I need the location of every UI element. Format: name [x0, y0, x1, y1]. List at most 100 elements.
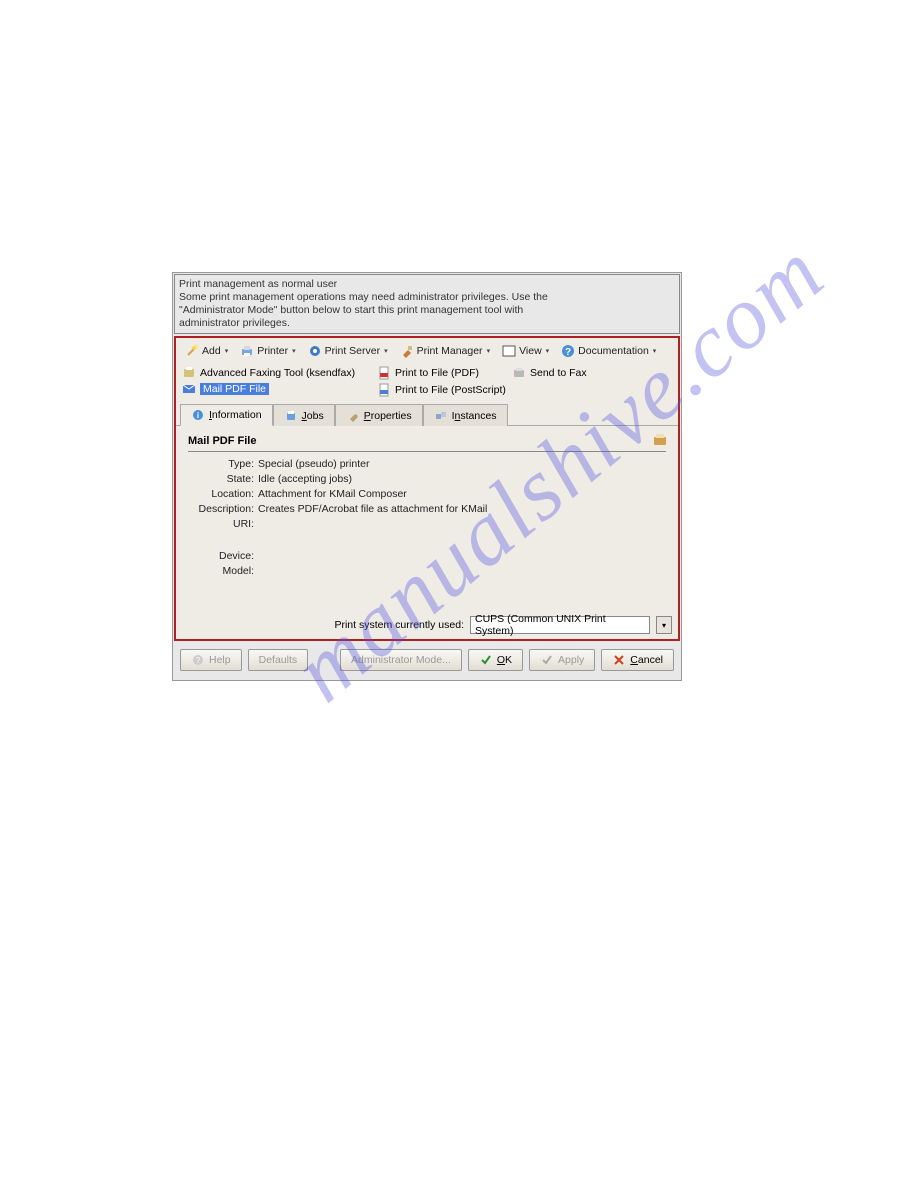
printer-item-mailpdf[interactable]: Mail PDF File — [180, 381, 271, 397]
jobs-icon — [284, 409, 298, 423]
button-row: ? Help Defaults Administrator Mode... OK… — [174, 641, 680, 679]
dropdown-arrow-icon: ▾ — [653, 347, 657, 355]
apply-label: Apply — [558, 654, 584, 666]
printers-list: Advanced Faxing Tool (ksendfax) Print to… — [176, 364, 678, 401]
print-system-label: Print system currently used: — [334, 619, 464, 631]
view-icon — [502, 344, 516, 358]
main-panel: Add ▾ Printer ▾ Print Server ▾ — [174, 336, 680, 641]
notice-box: Print management as normal user Some pri… — [174, 274, 680, 334]
tab-jobs[interactable]: Jobs — [273, 404, 335, 426]
printer-icon — [240, 344, 254, 358]
print-server-button[interactable]: Print Server ▾ — [303, 341, 393, 361]
dropdown-arrow-icon: ▾ — [384, 347, 388, 355]
notice-line4: administrator privileges. — [179, 317, 675, 330]
label-state: State: — [188, 473, 258, 485]
label-uri: URI: — [188, 518, 258, 530]
tab-information[interactable]: i Information — [180, 404, 273, 426]
notice-line3: "Administrator Mode" button below to sta… — [179, 304, 675, 317]
add-button[interactable]: Add ▾ — [180, 341, 233, 361]
printer-item-ksendfax[interactable]: Advanced Faxing Tool (ksendfax) — [180, 365, 375, 381]
value-type: Special (pseudo) printer — [258, 458, 666, 470]
cancel-label: Cancel — [630, 654, 663, 666]
cancel-button[interactable]: Cancel — [601, 649, 674, 671]
printer-label: Printer — [257, 345, 288, 357]
documentation-label: Documentation — [578, 345, 649, 357]
dropdown-arrow-icon: ▾ — [292, 347, 296, 355]
notice-line1: Print management as normal user — [179, 278, 675, 291]
info-title: Mail PDF File — [188, 435, 256, 447]
wrench-icon — [346, 409, 360, 423]
tab-label: Information — [209, 409, 262, 421]
documentation-button[interactable]: ? Documentation ▾ — [556, 341, 661, 361]
wand-icon — [185, 344, 199, 358]
view-button[interactable]: View ▾ — [497, 341, 554, 361]
print-system-row: Print system currently used: CUPS (Commo… — [176, 611, 678, 639]
printer-info-icon — [652, 434, 666, 448]
fax-send-icon — [512, 366, 526, 380]
tab-instances[interactable]: Instances — [423, 404, 508, 426]
tab-label: Properties — [364, 410, 412, 422]
print-management-dialog: Print management as normal user Some pri… — [172, 272, 682, 681]
view-label: View — [519, 345, 542, 357]
printer-label: Print to File (PDF) — [395, 367, 479, 379]
label-location: Location: — [188, 488, 258, 500]
value-state: Idle (accepting jobs) — [258, 473, 666, 485]
admin-label: Administrator Mode... — [351, 654, 451, 666]
print-system-value: CUPS (Common UNIX Print System) — [475, 613, 645, 637]
value-location: Attachment for KMail Composer — [258, 488, 666, 500]
toolbar: Add ▾ Printer ▾ Print Server ▾ — [176, 338, 678, 364]
tool-icon — [400, 344, 414, 358]
value-description: Creates PDF/Acrobat file as attachment f… — [258, 503, 666, 515]
help-label: Help — [209, 654, 231, 666]
svg-text:i: i — [197, 411, 199, 420]
help-icon: ? — [561, 344, 575, 358]
mail-pdf-icon — [182, 382, 196, 396]
value-model — [258, 565, 666, 577]
svg-text:?: ? — [196, 656, 201, 665]
value-uri — [258, 518, 666, 530]
dropdown-arrow-icon: ▾ — [546, 347, 550, 355]
ok-label: OK — [497, 654, 512, 666]
help-icon: ? — [191, 653, 205, 667]
spacer-row — [188, 533, 258, 547]
apply-button[interactable]: Apply — [529, 649, 595, 671]
svg-text:?: ? — [565, 347, 571, 358]
tab-properties[interactable]: Properties — [335, 404, 423, 426]
printer-button[interactable]: Printer ▾ — [235, 341, 300, 361]
defaults-label: Defaults — [259, 654, 298, 666]
ok-button[interactable]: OK — [468, 649, 523, 671]
admin-mode-button[interactable]: Administrator Mode... — [340, 649, 462, 671]
defaults-button[interactable]: Defaults — [248, 649, 309, 671]
label-device: Device: — [188, 550, 258, 562]
print-manager-button[interactable]: Print Manager ▾ — [395, 341, 495, 361]
label-type: Type: — [188, 458, 258, 470]
label-model: Model: — [188, 565, 258, 577]
printer-item-pdf[interactable]: Print to File (PDF) — [375, 365, 510, 381]
pdf-icon — [377, 366, 391, 380]
info-icon: i — [191, 408, 205, 422]
print-system-select[interactable]: CUPS (Common UNIX Print System) — [470, 616, 650, 634]
postscript-icon — [377, 383, 391, 397]
dropdown-arrow-icon: ▾ — [487, 347, 491, 355]
select-dropdown-arrow[interactable]: ▾ — [656, 616, 672, 634]
add-label: Add — [202, 345, 221, 357]
value-device — [258, 550, 666, 562]
check-icon — [479, 653, 493, 667]
fax-icon — [182, 366, 196, 380]
info-grid: Type: Special (pseudo) printer State: Id… — [188, 458, 666, 577]
instances-icon — [434, 409, 448, 423]
printer-item-sendfax[interactable]: Send to Fax — [510, 365, 674, 381]
printer-label: Send to Fax — [530, 367, 587, 379]
printer-label: Advanced Faxing Tool (ksendfax) — [200, 367, 355, 379]
help-button[interactable]: ? Help — [180, 649, 242, 671]
printer-item-mailpdf-wrap: Mail PDF File — [180, 381, 375, 399]
printer-item-postscript[interactable]: Print to File (PostScript) — [375, 381, 510, 399]
print-server-label: Print Server — [325, 345, 380, 357]
gear-icon — [308, 344, 322, 358]
dropdown-arrow-icon: ▾ — [225, 347, 229, 355]
check-grey-icon — [540, 653, 554, 667]
info-panel: Mail PDF File Type: Special (pseudo) pri… — [176, 426, 678, 587]
notice-line2: Some print management operations may nee… — [179, 291, 675, 304]
tabs-bar: i Information Jobs Properties — [176, 403, 678, 426]
cancel-icon — [612, 653, 626, 667]
